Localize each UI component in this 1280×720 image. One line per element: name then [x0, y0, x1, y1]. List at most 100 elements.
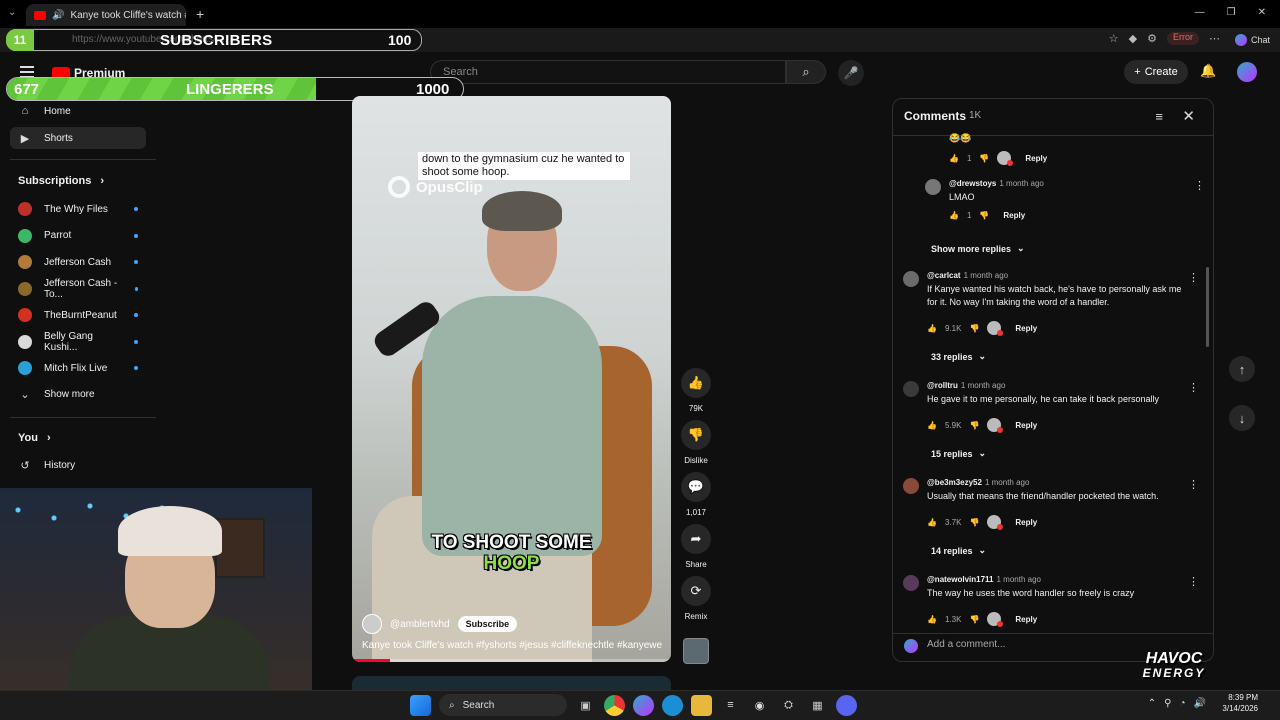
thumbs-up-icon[interactable]: 👍 — [949, 154, 959, 163]
close-icon[interactable]: ✕ — [1182, 107, 1195, 125]
reply-button[interactable]: Reply — [1015, 518, 1037, 527]
chevron-up-icon[interactable]: ⌃ — [1148, 698, 1156, 709]
channel-name[interactable]: @amblertvhd — [390, 619, 450, 630]
create-button[interactable]: + Create — [1124, 60, 1188, 84]
notifications-bell-icon[interactable]: 🔔 — [1200, 63, 1216, 79]
avatar[interactable] — [925, 179, 941, 195]
like-action[interactable]: 👍 79K — [681, 368, 711, 413]
thumbs-down-icon[interactable]: 👎 — [979, 154, 989, 163]
thumbs-down-icon[interactable]: 👎 — [969, 615, 979, 624]
comment-handle[interactable]: @natewolvin1711 1 month ago — [927, 575, 1041, 584]
sidebar-item-history[interactable]: ↺ History — [10, 454, 146, 476]
more-options-icon[interactable]: ⋮ — [1194, 179, 1205, 192]
you-heading[interactable]: You › — [18, 432, 51, 444]
sidebar-item-home[interactable]: ⌂ Home — [10, 100, 146, 122]
file-explorer-icon[interactable] — [691, 694, 712, 716]
avatar[interactable] — [903, 271, 919, 287]
maximize-icon[interactable]: ❐ — [1227, 7, 1236, 18]
reply-button[interactable]: Reply — [1025, 154, 1047, 163]
comments-action[interactable]: 💬 1,017 — [681, 472, 711, 517]
taskbar-clock[interactable]: 8:39 PM 3/14/2026 — [1222, 692, 1258, 714]
reply-button[interactable]: Reply — [1003, 211, 1025, 220]
task-view-icon[interactable]: ▣ — [575, 695, 596, 716]
avatar[interactable] — [903, 381, 919, 397]
thumbs-up-icon[interactable]: 👍 — [927, 421, 937, 430]
thumbs-up-icon[interactable]: 👍 — [927, 518, 937, 527]
comment-handle[interactable]: @carlcat 1 month ago — [927, 271, 1008, 280]
thumbs-down-icon[interactable]: 👎 — [969, 518, 979, 527]
sidebar-subscription-item[interactable]: Parrot — [10, 225, 146, 247]
sidebar-subscription-item[interactable]: The Why Files — [10, 198, 146, 220]
thumbs-up-icon[interactable]: 👍 — [927, 324, 937, 333]
reply-button[interactable]: Reply — [1015, 324, 1037, 333]
app-icon[interactable]: ▦ — [807, 695, 828, 716]
avatar[interactable] — [903, 575, 919, 591]
sidebar-subscription-item[interactable]: Jefferson Cash - To... — [10, 278, 146, 300]
sidebar-item-shorts[interactable]: ▶ Shorts — [10, 127, 146, 149]
thumbs-up-icon[interactable]: 👍 — [949, 211, 959, 220]
view-replies-button[interactable]: 33 replies ⌄ — [931, 351, 986, 362]
show-more-replies-button[interactable]: Show more replies ⌄ — [931, 243, 1025, 254]
more-options-icon[interactable]: ⋮ — [1188, 478, 1199, 491]
avatar[interactable] — [903, 478, 919, 494]
search-button[interactable]: ⌕ — [786, 60, 826, 84]
share-action[interactable]: ➦ Share — [681, 524, 711, 569]
copilot-icon[interactable] — [633, 694, 654, 716]
dislike-action[interactable]: 👎 Dislike — [681, 420, 711, 465]
sort-icon[interactable]: ≡ — [1155, 109, 1163, 124]
thumbs-up-icon[interactable]: 👍 — [927, 615, 937, 624]
more-options-icon[interactable]: ⋮ — [1188, 271, 1199, 284]
volume-icon[interactable]: 🔊 — [1194, 698, 1206, 709]
extension-icon[interactable]: ◆ — [1129, 32, 1137, 45]
close-window-icon[interactable]: ✕ — [1258, 7, 1266, 18]
browser-tab[interactable]: 🔊 Kanye took Cliffe's watch #fys ✕ — [26, 4, 186, 26]
sidebar-subscription-item[interactable]: TheBurntPeanut — [10, 304, 146, 326]
video-title[interactable]: Kanye took Cliffe's watch #fyshorts #jes… — [362, 640, 662, 651]
more-options-icon[interactable]: ⋮ — [1188, 381, 1199, 394]
comment-handle[interactable]: @drewstoys 1 month ago — [949, 179, 1044, 188]
star-icon[interactable]: ☆ — [1109, 32, 1119, 45]
next-short-button[interactable]: ↓ — [1229, 405, 1255, 431]
puzzle-icon[interactable]: ⚙ — [1147, 32, 1157, 45]
shorts-video-player[interactable]: down to the gymnasium cuz he wanted to s… — [352, 96, 671, 662]
video-progress-bar[interactable] — [352, 659, 671, 662]
sound-thumbnail[interactable] — [683, 638, 709, 664]
chrome-icon[interactable] — [604, 694, 625, 716]
view-replies-button[interactable]: 14 replies ⌄ — [931, 545, 986, 556]
location-icon[interactable]: ⚲ — [1164, 698, 1171, 709]
subscribe-button[interactable]: Subscribe — [457, 616, 518, 632]
sidebar-subscription-item[interactable]: Mitch Flix Live — [10, 357, 146, 379]
view-replies-button[interactable]: 15 replies ⌄ — [931, 448, 986, 459]
wifi-icon[interactable]: ◔ — [1180, 698, 1186, 709]
subscriptions-heading[interactable]: Subscriptions › — [18, 175, 104, 187]
thumbs-down-icon[interactable]: 👎 — [979, 211, 989, 220]
voice-search-button[interactable]: 🎤 — [838, 60, 864, 86]
thumbs-down-icon[interactable]: 👎 — [969, 324, 979, 333]
thumbs-down-icon[interactable]: 👎 — [969, 421, 979, 430]
sidebar-subscription-item[interactable]: Jefferson Cash — [10, 251, 146, 273]
comments-scrollbar[interactable] — [1206, 267, 1209, 347]
taskbar-search[interactable]: ⌕ Search — [439, 694, 567, 716]
discord-icon[interactable] — [836, 694, 857, 716]
sidebar-subscription-item[interactable]: Belly Gang Kushi... — [10, 331, 146, 353]
next-video-preview[interactable] — [352, 676, 671, 690]
minimize-icon[interactable]: — — [1195, 7, 1205, 18]
windows-start-icon[interactable] — [410, 694, 431, 716]
channel-avatar[interactable] — [362, 614, 382, 634]
reply-button[interactable]: Reply — [1015, 421, 1037, 430]
chat-button[interactable]: Chat — [1234, 34, 1270, 46]
comment-handle[interactable]: @rolltru 1 month ago — [927, 381, 1005, 390]
reply-button[interactable]: Reply — [1015, 615, 1037, 624]
error-badge[interactable]: Error — [1167, 32, 1199, 45]
tab-list-icon[interactable]: ⌄ — [8, 7, 16, 18]
steam-icon[interactable]: ⛭ — [778, 695, 799, 716]
obs-icon[interactable]: ◉ — [749, 695, 770, 716]
add-comment-input[interactable]: Add a comment... — [927, 639, 1005, 650]
new-tab-button[interactable]: + — [196, 6, 204, 22]
comment-handle[interactable]: @be3m3ezy52 1 month ago — [927, 478, 1029, 487]
previous-short-button[interactable]: ↑ — [1229, 356, 1255, 382]
epic-games-icon[interactable]: ≡ — [720, 695, 741, 716]
search-input[interactable]: Search — [430, 60, 786, 84]
more-options-icon[interactable]: ⋮ — [1188, 575, 1199, 588]
menu-dots-icon[interactable]: ⋯ — [1209, 32, 1220, 45]
